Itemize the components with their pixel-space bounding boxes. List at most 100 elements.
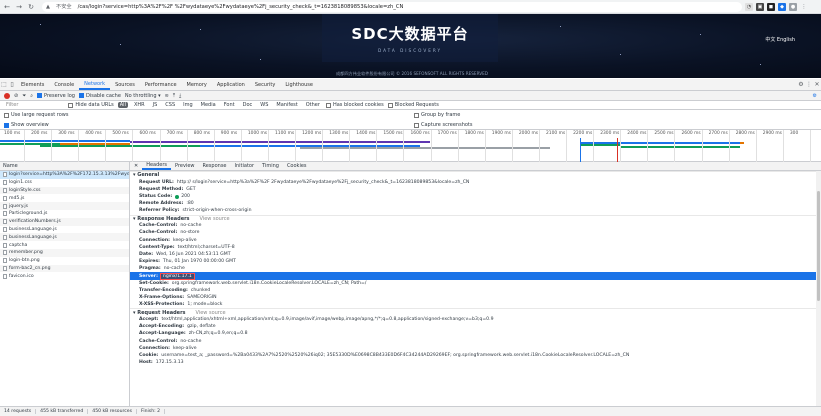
header-row[interactable]: Status Code: 200: [130, 193, 821, 200]
request-row[interactable]: Particleground.js: [0, 210, 129, 218]
inspect-icon[interactable]: ⬚: [0, 79, 8, 90]
request-headers-title[interactable]: ▾ Request Headers View source: [130, 308, 821, 316]
filter-type-font[interactable]: Font: [222, 102, 237, 108]
disable-cache-checkbox[interactable]: Disable cache: [78, 93, 121, 99]
request-row[interactable]: favicon.ico: [0, 272, 129, 280]
hide-data-urls-checkbox[interactable]: Hide data URLs: [68, 102, 114, 108]
filter-type-css[interactable]: CSS: [163, 102, 177, 108]
filter-input[interactable]: Filter: [4, 102, 20, 108]
tab-application[interactable]: Application: [212, 79, 250, 90]
close-detail-icon[interactable]: ✕: [130, 162, 142, 170]
device-toggle-icon[interactable]: ▯: [8, 79, 16, 90]
blocked-requests-checkbox[interactable]: Blocked Requests: [387, 102, 439, 108]
scrollbar-thumb[interactable]: [817, 191, 820, 301]
import-icon[interactable]: ⤒: [173, 93, 175, 99]
forward-icon[interactable]: →: [14, 2, 24, 12]
header-row[interactable]: Expires: Thu, 01 Jan 1970 00:00:00 GMT: [130, 258, 821, 265]
wifi-icon[interactable]: ≋: [165, 93, 169, 99]
preserve-log-checkbox[interactable]: Preserve log: [37, 93, 75, 99]
filter-icon[interactable]: ⏷: [22, 93, 26, 99]
header-row[interactable]: Accept: text/html,application/xhtml+xml,a…: [130, 316, 821, 323]
extension-icon[interactable]: ◆: [778, 2, 786, 11]
tab-network[interactable]: Network: [79, 79, 111, 90]
request-row[interactable]: form-bac2_cn.png: [0, 264, 129, 273]
view-source-link[interactable]: View source: [196, 310, 226, 316]
header-row[interactable]: Accept-Language: zh-CN,zh;q=0.9,en;q=0.8: [130, 330, 821, 337]
detail-scrollbar[interactable]: [816, 171, 821, 406]
header-row[interactable]: Content-Type: text/html;charset=UTF-8: [130, 244, 821, 251]
tab-lighthouse[interactable]: Lighthouse: [280, 79, 318, 90]
header-row[interactable]: Cache-Control: no-cache: [130, 338, 821, 345]
header-row[interactable]: Set-Cookie: org.springframework.web.servl…: [130, 280, 821, 287]
tab-security[interactable]: Security: [250, 79, 281, 90]
tab-preview[interactable]: Preview: [171, 162, 198, 170]
more-icon[interactable]: ⋮: [805, 79, 813, 90]
request-row[interactable]: captcha: [0, 241, 129, 249]
address-bar[interactable]: ▲ 不安全 /cas/login?service=http%3A%2F%2F %…: [42, 1, 742, 12]
tab-timing[interactable]: Timing: [258, 162, 283, 170]
tab-sources[interactable]: Sources: [110, 79, 140, 90]
filter-type-all[interactable]: All: [117, 102, 128, 108]
request-list-header[interactable]: Name: [0, 162, 129, 171]
header-row[interactable]: Transfer-Encoding: chunked: [130, 287, 821, 294]
tab-cookies[interactable]: Cookies: [283, 162, 311, 170]
group-by-frame-checkbox[interactable]: Group by frame: [414, 112, 460, 118]
large-rows-checkbox[interactable]: Use large request rows: [4, 112, 69, 118]
tab-memory[interactable]: Memory: [182, 79, 212, 90]
network-settings-icon[interactable]: ⚙: [813, 93, 817, 99]
tab-performance[interactable]: Performance: [140, 79, 182, 90]
close-icon[interactable]: ✕: [813, 79, 821, 90]
capture-screenshots-checkbox[interactable]: Capture screenshots: [414, 122, 473, 128]
reload-icon[interactable]: ↻: [26, 2, 36, 12]
settings-icon[interactable]: ⚙: [797, 79, 805, 90]
general-section-title[interactable]: ▾ General: [130, 171, 821, 179]
request-row[interactable]: login1.css: [0, 179, 129, 187]
record-icon[interactable]: [4, 92, 10, 99]
tab-elements[interactable]: Elements: [16, 79, 49, 90]
timeline-overview[interactable]: 100 ms 200 ms 300 ms 400 ms 500 ms 600 ms 700 …: [0, 130, 821, 162]
header-row[interactable]: X-Frame-Options: SAMEORIGIN: [130, 294, 821, 301]
request-row[interactable]: remember.png: [0, 248, 129, 257]
clear-icon[interactable]: ⊘: [14, 93, 18, 99]
header-row[interactable]: Cache-Control: no-store: [130, 229, 821, 236]
extension-icon[interactable]: ▣: [756, 2, 764, 11]
filter-type-manifest[interactable]: Manifest: [274, 102, 299, 108]
throttling-select[interactable]: No throttling ▾: [125, 93, 161, 99]
header-row[interactable]: Cookie: username=test_a; _password=%2Ba04…: [130, 352, 821, 359]
header-row[interactable]: Pragma: no-cache: [130, 265, 821, 272]
language-switch[interactable]: 中文 English: [765, 36, 795, 43]
request-row[interactable]: businessLanguage.js: [0, 226, 129, 234]
tab-initiator[interactable]: Initiator: [231, 162, 259, 170]
header-row[interactable]: X-XSS-Protection: 1; mode=block: [130, 301, 821, 308]
extension-icon[interactable]: ◔: [745, 2, 753, 11]
header-row[interactable]: Date: Wed, 16 Jun 2021 04:53:11 GMT: [130, 251, 821, 258]
back-icon[interactable]: ←: [2, 2, 12, 12]
blocked-cookies-checkbox[interactable]: Has blocked cookies: [325, 102, 384, 108]
header-row[interactable]: Cache-Control: no-cache: [130, 222, 821, 229]
header-row[interactable]: Remote Address: :80: [130, 200, 821, 207]
menu-icon[interactable]: ⋮: [800, 3, 808, 11]
tab-response[interactable]: Response: [198, 162, 230, 170]
request-row[interactable]: businessLanguage.js: [0, 233, 129, 242]
filter-type-img[interactable]: Img: [181, 102, 195, 108]
filter-type-js[interactable]: JS: [151, 102, 160, 108]
header-row[interactable]: Server: nginx/1.17.1: [130, 272, 821, 280]
filter-type-ws[interactable]: WS: [258, 102, 270, 108]
header-row[interactable]: Request URL: http:// s/login?service=http…: [130, 179, 821, 186]
header-row[interactable]: Host: 172.15.3.13: [130, 359, 821, 366]
tab-console[interactable]: Console: [49, 79, 79, 90]
show-overview-checkbox[interactable]: Show overview: [4, 122, 49, 128]
request-row[interactable]: loginStyle.css: [0, 186, 129, 195]
header-row[interactable]: Connection: keep-alive: [130, 345, 821, 352]
header-row[interactable]: Connection: keep-alive: [130, 237, 821, 244]
filter-type-other[interactable]: Other: [304, 102, 322, 108]
export-icon[interactable]: ⤓: [179, 93, 181, 99]
profile-icon[interactable]: ●: [789, 2, 797, 11]
header-row[interactable]: Request Method: GET: [130, 186, 821, 193]
request-row[interactable]: login-btn.png: [0, 257, 129, 265]
header-row[interactable]: Referrer Policy: strict-origin-when-cross…: [130, 207, 821, 214]
search-icon[interactable]: ⌕: [30, 93, 33, 99]
filter-type-media[interactable]: Media: [199, 102, 218, 108]
tab-headers[interactable]: Headers: [142, 162, 172, 170]
filter-type-xhr[interactable]: XHR: [132, 102, 147, 108]
